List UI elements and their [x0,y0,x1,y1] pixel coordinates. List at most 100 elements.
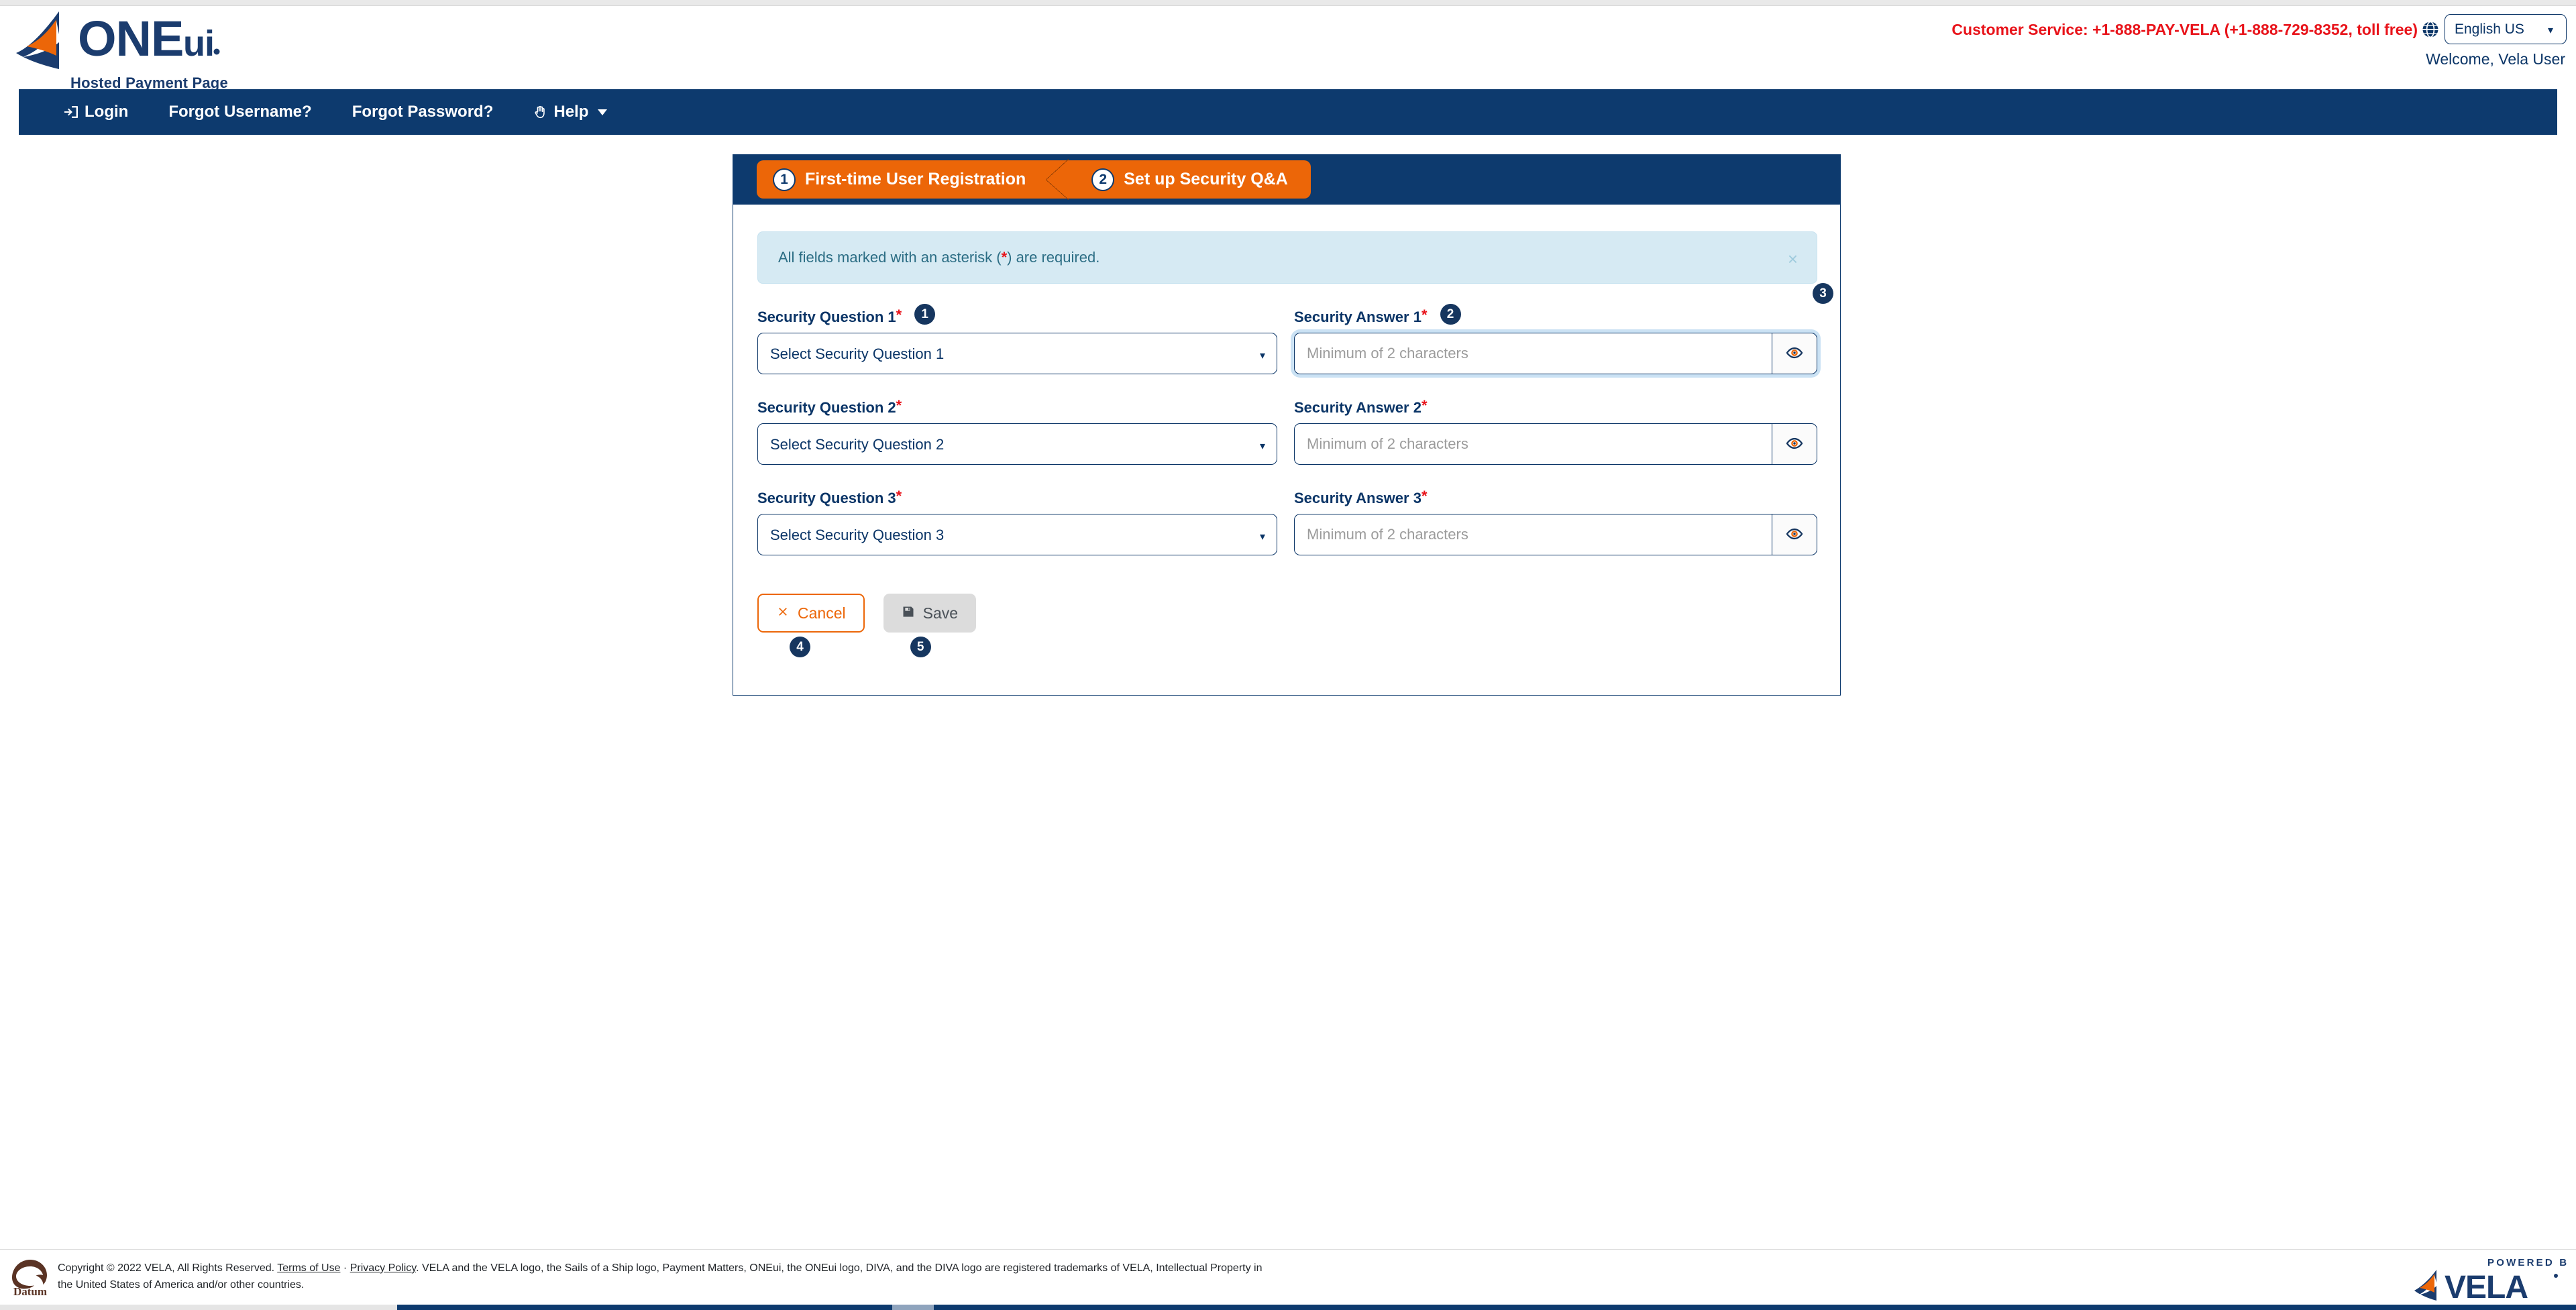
terms-of-use-link[interactable]: Terms of Use [277,1262,340,1274]
form-actions: Cancel 4 Save 5 [757,594,977,657]
security-qa-card: All fields marked with an asterisk (*) a… [733,205,1841,696]
x-mark-icon [776,604,790,622]
answer-column-1: Security Answer 1 * 2 Minimum of 2 chara… [1294,283,1833,374]
wizard-header: 1 First-time User Registration 2 Set up … [733,154,1841,205]
privacy-policy-link[interactable]: Privacy Policy [350,1262,416,1274]
globe-icon [2420,19,2440,40]
chevron-down-icon [598,109,608,115]
security-answer-2-label: Security Answer 2 * [1294,397,1817,423]
nav-label: Forgot Username? [168,103,312,121]
scrollbar-thumb[interactable] [0,1305,397,1310]
step-divider-chevron-icon [1046,159,1069,200]
nav-item-forgot-password[interactable]: Forgot Password? [352,103,494,121]
security-answer-3-label: Security Answer 3 * [1294,488,1817,514]
question-column-3: Security Question 3 * Select Security Que… [757,488,1277,555]
label-text: Security Question 2 [757,399,896,416]
toggle-answer-2-visibility-button[interactable] [1772,423,1817,465]
welcome-text: Welcome, Vela User [2426,50,2565,68]
toggle-answer-1-visibility-button[interactable] [1772,333,1817,374]
security-answer-2-input[interactable] [1294,423,1772,465]
annotation-badge-2: 2 [1440,304,1461,325]
svg-text:POWERED BY: POWERED BY [2487,1257,2567,1268]
step-number: 1 [773,168,796,191]
nav-item-help[interactable]: Help [533,103,608,121]
label-text: Security Answer 1 [1294,309,1421,325]
annotation-badge-3: 3 [1813,283,1833,304]
page-footer: Datum Copyright © 2022 VELA, All Rights … [0,1250,2576,1310]
eye-icon [1786,344,1803,364]
alert-prefix: All fields marked with an asterisk ( [778,249,1002,266]
step-label: Set up Security Q&A [1124,170,1288,188]
question-select-wrap-3: Select Security Question 3 ▾ [757,514,1277,555]
datum-logo: Datum [9,1256,51,1298]
nav-label: Forgot Password? [352,103,494,121]
answer-column-3: Security Answer 3 * [1294,488,1817,555]
copyright-part-1: Copyright © 2022 VELA, All Rights Reserv… [58,1262,278,1274]
footer-copyright: Copyright © 2022 VELA, All Rights Reserv… [58,1260,1279,1294]
cancel-label: Cancel [798,604,846,622]
customer-service-text: Customer Service: +1-888-PAY-VELA (+1-88… [1951,21,2418,38]
oneui-logo[interactable]: ONE ui Hosted Payment Page [7,7,288,91]
security-answer-3-group [1294,514,1817,555]
save-button[interactable]: Save [883,594,977,633]
required-asterisk: * [896,307,902,323]
security-qa-row-2: Security Question 2 * Select Security Que… [757,397,1817,490]
security-answer-1-input[interactable] [1294,333,1772,374]
svg-text:Datum: Datum [13,1285,47,1298]
wizard-steps: 1 First-time User Registration 2 Set up … [757,159,1311,200]
security-question-3-label: Security Question 3 * [757,488,1277,514]
security-qa-form: Security Question 1 * 1 Select Security Q… [757,283,1833,580]
svg-text:ONE: ONE [78,11,183,66]
link-separator: · [340,1262,350,1274]
required-asterisk: * [1421,488,1428,504]
answer-column-2: Security Answer 2 * [1294,397,1817,465]
security-answer-3-input[interactable] [1294,514,1772,555]
wizard-step-2[interactable]: 2 Set up Security Q&A [1069,160,1311,199]
eye-icon [1786,525,1803,545]
required-asterisk: * [1421,307,1428,323]
security-question-2-select[interactable]: Select Security Question 2 [757,423,1277,465]
label-text: Security Answer 3 [1294,490,1421,506]
language-select[interactable]: English US [2445,14,2567,44]
required-asterisk: * [1421,397,1428,414]
alert-suffix: ) are required. [1007,249,1100,266]
security-answer-2-group [1294,423,1817,465]
svg-text:ui: ui [183,23,214,64]
cancel-button[interactable]: Cancel [757,594,865,633]
required-fields-alert: All fields marked with an asterisk (*) a… [757,231,1817,284]
eye-icon [1786,435,1803,454]
alert-close-button[interactable]: × [1784,250,1802,268]
nav-label: Help [553,103,589,121]
security-question-2-label: Security Question 2 * [757,397,1277,423]
alert-message: All fields marked with an asterisk (*) a… [758,249,1099,266]
nav-item-login[interactable]: Login [63,103,128,121]
nav-label: Login [85,103,129,121]
annotation-badge-5: 5 [910,637,931,657]
annotation-badge-1: 1 [914,304,936,325]
login-icon [63,104,79,120]
security-question-1-label: Security Question 1 * 1 [757,304,1277,333]
label-text: Security Question 3 [757,490,896,506]
main-navigation: Login Forgot Username? Forgot Password? … [19,89,2557,135]
annotation-badge-4: 4 [790,637,810,657]
security-qa-row-1: Security Question 1 * 1 Select Security Q… [757,283,1833,399]
question-select-wrap-2: Select Security Question 2 ▾ [757,423,1277,465]
security-question-3-select[interactable]: Select Security Question 3 [757,514,1277,555]
required-asterisk: * [896,397,902,414]
powered-by-vela-logo: POWERED BY VELA [2412,1254,2575,1305]
toggle-answer-3-visibility-button[interactable] [1772,514,1817,555]
nav-item-forgot-username[interactable]: Forgot Username? [168,103,311,121]
security-question-1-select[interactable]: Select Security Question 1 [757,333,1277,374]
required-asterisk: * [896,488,902,504]
svg-text:VELA: VELA [2445,1270,2528,1305]
floppy-disk-icon [902,604,915,622]
label-text: Security Question 1 [757,309,896,325]
label-text: Security Answer 2 [1294,399,1421,416]
alert-asterisk: * [1001,249,1008,266]
wizard-step-1[interactable]: 1 First-time User Registration [757,160,1046,199]
step-number: 2 [1091,168,1115,191]
scrollbar-marker [892,1305,934,1310]
question-select-wrap-1: Select Security Question 1 ▾ [757,333,1277,374]
bottom-scrollbar[interactable] [0,1305,2576,1310]
security-qa-row-3: Security Question 3 * Select Security Que… [757,488,1817,580]
